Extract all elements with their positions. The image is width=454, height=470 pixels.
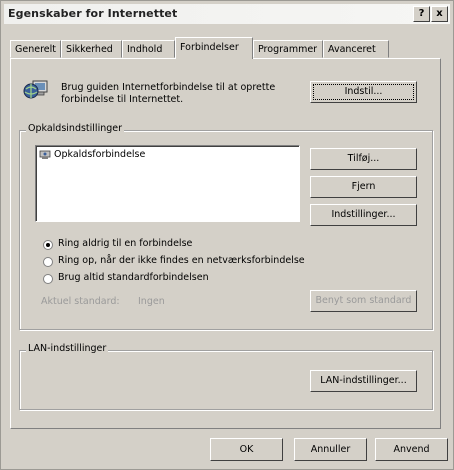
radio-always-default-label[interactable]: Brug altid standardforbindelsen	[58, 272, 209, 283]
window-title: Egenskaber for Internettet	[8, 7, 178, 20]
tab-strip: Generelt Sikkerhed Indhold Forbindelser …	[10, 37, 450, 59]
setup-text-line2: forbindelse til Internettet.	[61, 94, 184, 105]
tab-generelt[interactable]: Generelt	[10, 40, 61, 58]
settings-button[interactable]: Indstillinger...	[310, 204, 417, 226]
radio-selected-dot	[46, 243, 50, 247]
help-button[interactable]: ?	[413, 6, 430, 22]
lan-settings-button[interactable]: LAN-indstillinger...	[310, 370, 417, 392]
setup-text-line1: Brug guiden Internetforbindelse til at o…	[61, 82, 276, 93]
radio-dial-when-no-network[interactable]	[43, 257, 53, 267]
dialup-group-label: Opkaldsindstillinger	[26, 123, 125, 134]
close-button[interactable]: x	[431, 6, 448, 22]
cancel-button[interactable]: Annuller	[294, 438, 367, 461]
remove-button[interactable]: Fjern	[310, 176, 417, 198]
list-item[interactable]: Opkaldsforbindelse	[54, 149, 145, 160]
connections-list[interactable]: Opkaldsforbindelse	[35, 145, 300, 222]
radio-never-dial[interactable]	[43, 240, 53, 250]
current-default-value: Ingen	[138, 296, 165, 307]
tab-avanceret[interactable]: Avanceret	[323, 40, 389, 58]
tab-programmer[interactable]: Programmer	[253, 40, 323, 58]
title-bar: Egenskaber for Internettet ? x	[4, 4, 450, 24]
properties-dialog: Egenskaber for Internettet ? x Generelt …	[0, 0, 454, 470]
tab-forbindelser[interactable]: Forbindelser	[175, 37, 253, 59]
radio-dial-when-no-network-label[interactable]: Ring op, når der ikke findes en netværks…	[58, 255, 305, 266]
add-button[interactable]: Tilføj...	[310, 148, 417, 170]
dialup-connection-icon	[39, 150, 51, 160]
radio-never-dial-label[interactable]: Ring aldrig til en forbindelse	[58, 238, 192, 249]
radio-always-default[interactable]	[43, 274, 53, 284]
setup-button[interactable]: Indstil...	[310, 81, 417, 103]
lan-group-label: LAN-indstillinger	[26, 343, 109, 354]
network-globe-icon	[23, 79, 49, 103]
ok-button[interactable]: OK	[210, 438, 283, 461]
tab-sikkerhed[interactable]: Sikkerhed	[61, 40, 122, 58]
current-default-label: Aktuel standard:	[41, 296, 120, 307]
tab-indhold[interactable]: Indhold	[122, 40, 175, 58]
set-default-button[interactable]: Benyt som standard	[310, 290, 417, 312]
apply-button[interactable]: Anvend	[375, 438, 448, 461]
tab-panel: Brug guiden Internetforbindelse til at o…	[10, 58, 441, 429]
